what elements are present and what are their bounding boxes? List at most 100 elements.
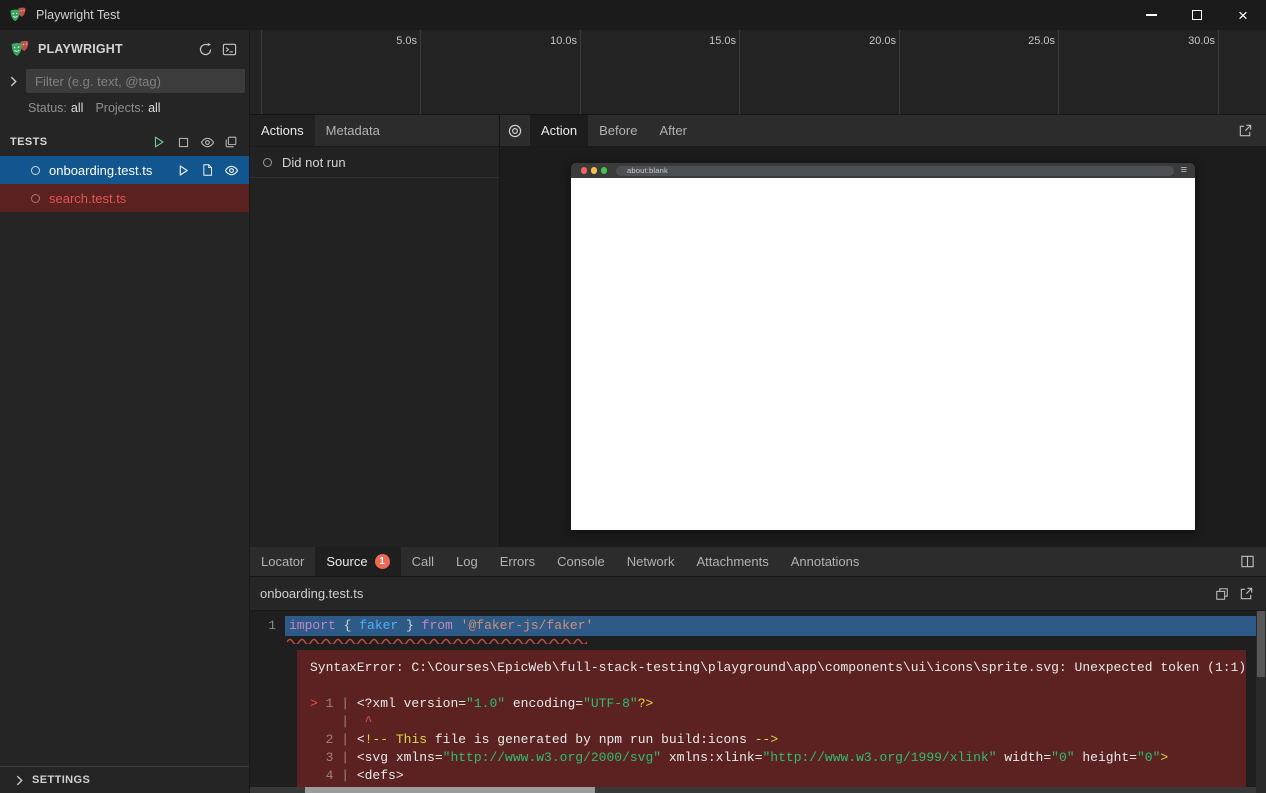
tab-label: Source [326, 554, 367, 569]
timeline-tick-label: 25.0s [1028, 35, 1055, 47]
tests-header: TESTS [0, 128, 249, 156]
tab-label: Console [557, 554, 605, 569]
open-snapshot-external-button[interactable] [1230, 115, 1260, 146]
tab-label: Network [627, 554, 675, 569]
playwright-masks-icon [10, 39, 30, 59]
source-line-1[interactable]: 1 import { faker } from '@faker-js/faker… [250, 616, 1266, 636]
did-not-run-label: Did not run [282, 155, 346, 170]
address-url: about:blank [627, 166, 668, 175]
filter-row [0, 68, 249, 94]
split-view-button[interactable] [1232, 547, 1262, 576]
sidebar: PLAYWRIGHT Status: all Projects: [0, 30, 250, 793]
test-status-circle-icon [31, 166, 40, 175]
run-all-button[interactable] [147, 131, 171, 153]
status-label: Status: [28, 101, 67, 115]
settings-label: SETTINGS [32, 774, 90, 786]
timeline-tick-label: 5.0s [396, 35, 417, 47]
tab-before[interactable]: Before [588, 115, 648, 146]
open-source-external-button[interactable] [1234, 583, 1258, 605]
details-pane: Locator Source 1 Call Log Errors Console… [250, 547, 1266, 793]
tab-label: Errors [500, 554, 535, 569]
line-number: 1 [250, 616, 285, 636]
snapshot-pane: Action Before After [500, 115, 1266, 547]
projects-value[interactable]: all [148, 101, 161, 115]
tab-source[interactable]: Source 1 [315, 547, 400, 576]
tab-network[interactable]: Network [616, 547, 686, 576]
error-frame-caret-line: | ^ [310, 713, 1233, 731]
timeline-tick-label: 30.0s [1188, 35, 1215, 47]
main-area: 5.0s 10.0s 15.0s 20.0s 25.0s 30.0s Actio… [250, 30, 1266, 793]
settings-section[interactable]: SETTINGS [0, 766, 249, 793]
timeline[interactable]: 5.0s 10.0s 15.0s 20.0s 25.0s 30.0s [250, 30, 1266, 115]
run-test-button[interactable] [171, 159, 195, 181]
tab-label: Annotations [791, 554, 860, 569]
show-source-button[interactable] [195, 159, 219, 181]
stop-button[interactable] [171, 131, 195, 153]
tab-action[interactable]: Action [530, 115, 588, 146]
tab-actions[interactable]: Actions [250, 115, 315, 146]
tab-label: Metadata [326, 123, 380, 138]
minimize-button[interactable] [1128, 0, 1174, 30]
filter-collapse-chevron-icon[interactable] [0, 76, 26, 87]
source-file-name: onboarding.test.ts [260, 586, 363, 601]
pick-locator-button[interactable] [500, 115, 530, 146]
test-file-row-onboarding[interactable]: onboarding.test.ts [0, 156, 249, 184]
snapshot-page-content[interactable] [571, 178, 1195, 530]
browser-preview-window: about:blank ≡ [571, 163, 1195, 530]
tab-after[interactable]: After [648, 115, 697, 146]
tab-annotations[interactable]: Annotations [780, 547, 871, 576]
status-value[interactable]: all [71, 101, 84, 115]
maximize-icon [1192, 10, 1202, 20]
maximize-button[interactable] [1174, 0, 1220, 30]
projects-label: Projects: [95, 101, 144, 115]
traffic-light-red-icon [581, 167, 588, 174]
watch-test-button[interactable] [219, 159, 243, 181]
address-bar: about:blank [616, 166, 1174, 176]
tab-label: Actions [261, 123, 304, 138]
copy-source-button[interactable] [1210, 583, 1234, 605]
timeline-gridline: 20.0s [899, 30, 900, 114]
horizontal-scrollbar[interactable] [250, 787, 1256, 793]
collapse-all-button[interactable] [219, 131, 243, 153]
filter-input[interactable] [26, 69, 245, 93]
window-controls: × [1128, 0, 1266, 30]
tab-attachments[interactable]: Attachments [685, 547, 779, 576]
vertical-scrollbar-thumb[interactable] [1257, 611, 1265, 677]
error-message: SyntaxError: C:\Courses\EpicWeb\full-sta… [310, 659, 1233, 677]
traffic-light-green-icon [601, 167, 608, 174]
watch-all-button[interactable] [195, 131, 219, 153]
actions-pane: Actions Metadata Did not run [250, 115, 500, 547]
tab-locator[interactable]: Locator [250, 547, 315, 576]
tab-console[interactable]: Console [546, 547, 616, 576]
source-line-code: import { faker } from '@faker-js/faker' [285, 616, 1256, 636]
tab-metadata[interactable]: Metadata [315, 115, 391, 146]
test-file-row-search[interactable]: search.test.ts [0, 184, 249, 212]
error-frame-line: 3 | <svg xmlns="http://www.w3.org/2000/s… [310, 749, 1233, 767]
error-frame-line: > 1 | <?xml version="1.0" encoding="UTF-… [310, 695, 1233, 713]
test-status-circle-icon [31, 194, 40, 203]
tab-call[interactable]: Call [401, 547, 445, 576]
tab-log[interactable]: Log [445, 547, 489, 576]
close-button[interactable]: × [1220, 0, 1266, 30]
titlebar: Playwright Test × [0, 0, 1266, 30]
reload-tests-button[interactable] [193, 38, 217, 60]
timeline-tick-label: 15.0s [709, 35, 736, 47]
toggle-output-terminal-button[interactable] [217, 38, 241, 60]
timeline-gridline: 15.0s [739, 30, 740, 114]
tests-section-title: TESTS [10, 136, 147, 148]
error-blank-line [310, 677, 1233, 695]
test-status-circle-icon [263, 158, 272, 167]
source-error-badge: 1 [375, 554, 390, 569]
browser-chrome-bar: about:blank ≡ [571, 163, 1195, 178]
playwright-test-window: Playwright Test × PLAYWRIGHT [0, 0, 1266, 793]
status-filter-row: Status: all Projects: all [0, 96, 249, 120]
details-tabbar: Locator Source 1 Call Log Errors Console… [250, 547, 1266, 577]
tab-errors[interactable]: Errors [489, 547, 546, 576]
timeline-gridline: 5.0s [420, 30, 421, 114]
tab-label: Log [456, 554, 478, 569]
horizontal-scrollbar-thumb[interactable] [305, 787, 595, 793]
actions-list: Did not run [250, 147, 499, 547]
tab-label: Before [599, 123, 637, 138]
vertical-scrollbar[interactable] [1256, 611, 1266, 793]
traffic-light-yellow-icon [591, 167, 598, 174]
